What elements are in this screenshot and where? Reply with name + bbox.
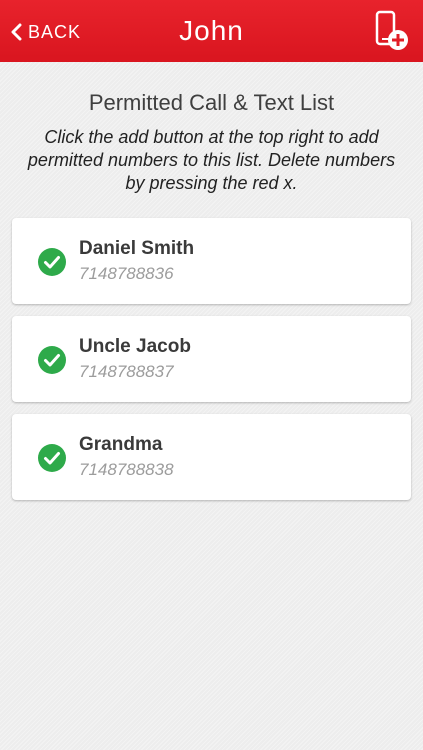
contact-card[interactable]: Grandma 7148788838 <box>12 414 411 500</box>
contact-card[interactable]: Uncle Jacob 7148788837 <box>12 316 411 402</box>
contact-number: 7148788837 <box>79 362 174 381</box>
chevron-left-icon <box>10 23 22 41</box>
contact-name: Grandma <box>79 434 163 455</box>
contact-number: 7148788836 <box>79 264 174 283</box>
add-number-button[interactable] <box>375 10 409 52</box>
app-header: BACK John <box>0 0 423 62</box>
contact-card[interactable]: Daniel Smith 7148788836 <box>12 218 411 304</box>
back-label: BACK <box>28 21 82 42</box>
contact-name: Uncle Jacob <box>79 336 191 357</box>
check-circle-icon <box>38 346 66 374</box>
back-button[interactable]: BACK <box>10 20 81 44</box>
check-circle-icon <box>38 444 66 472</box>
contact-name: Daniel Smith <box>79 238 195 259</box>
permitted-contacts-list: Daniel Smith 7148788836 Uncle Jacob 7148… <box>12 218 411 512</box>
phone-add-icon <box>375 10 409 56</box>
check-circle-icon <box>38 248 66 276</box>
section-title: Permitted Call & Text List <box>88 90 335 115</box>
instructions-text: Click the add button at the top right to… <box>27 127 396 193</box>
contact-number: 7148788838 <box>79 460 174 479</box>
